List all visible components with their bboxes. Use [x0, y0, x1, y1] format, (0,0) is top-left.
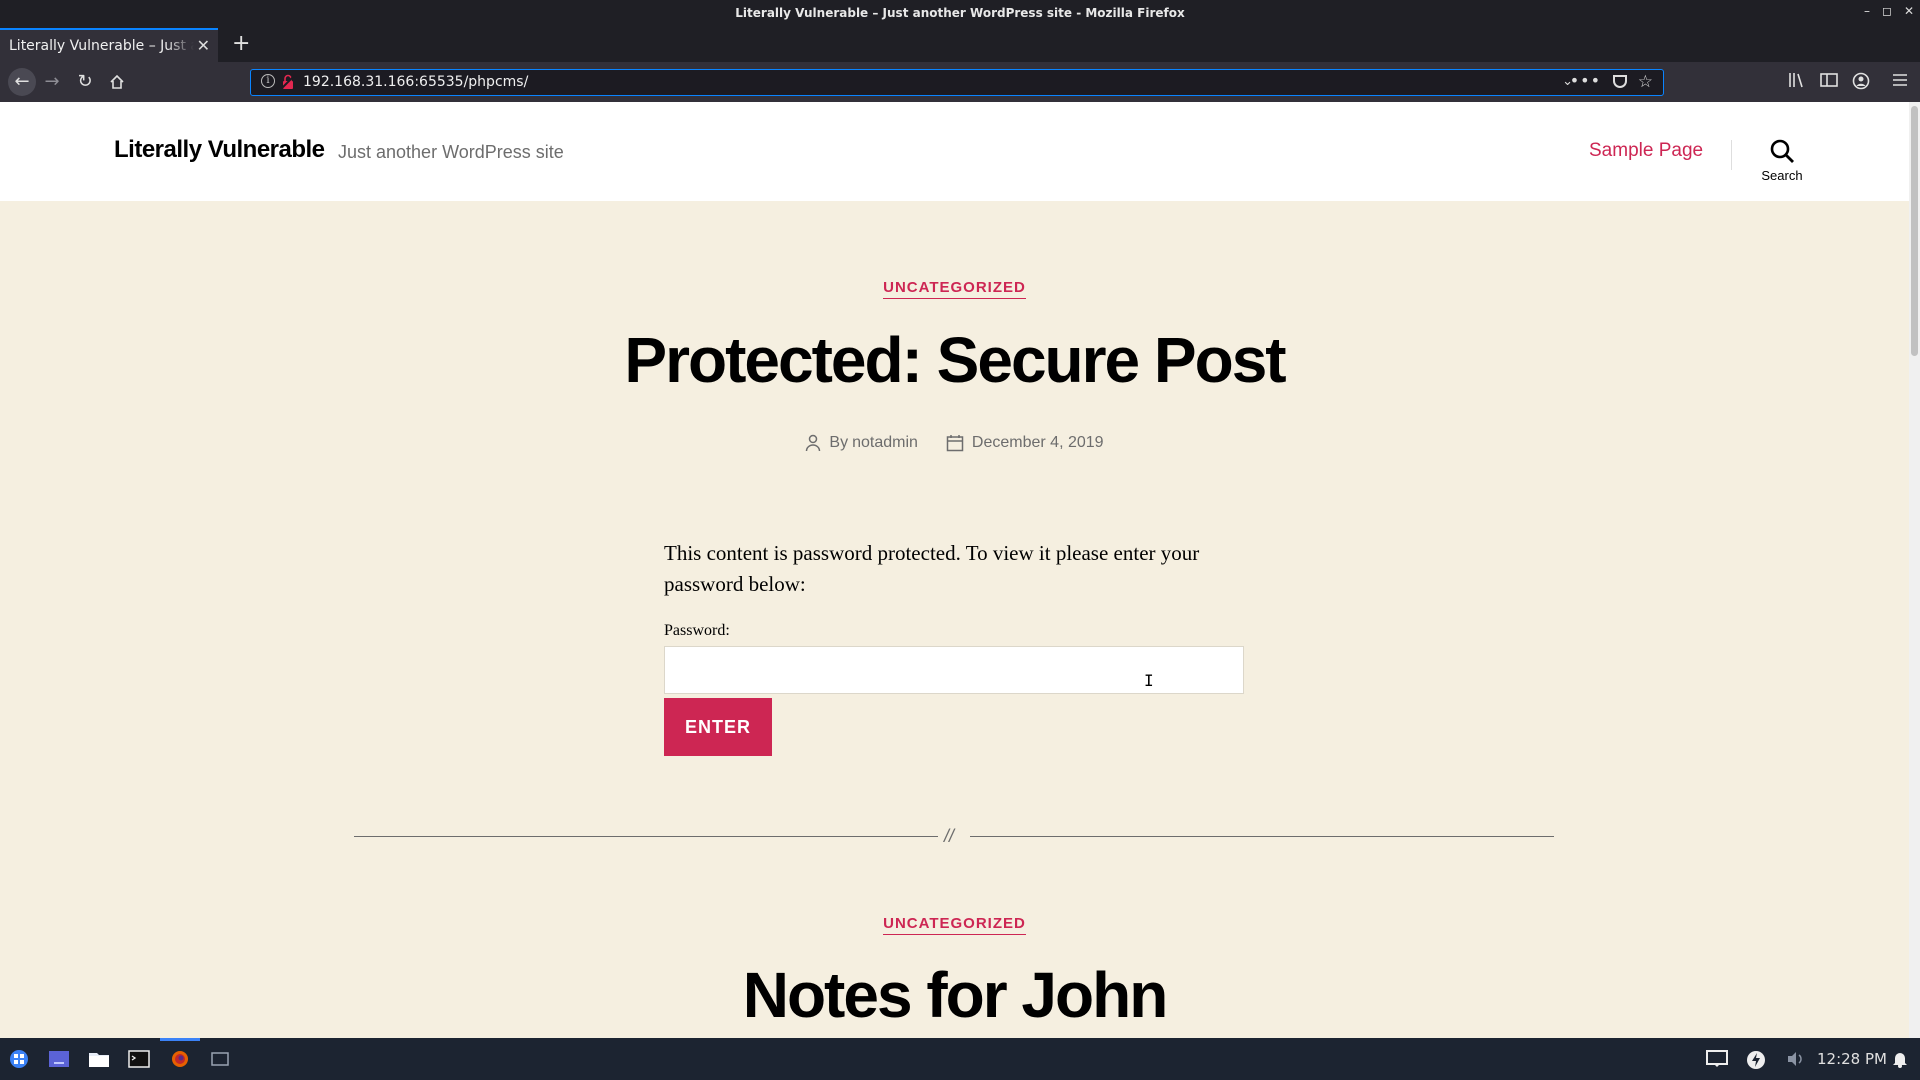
search-label: Search: [1761, 168, 1803, 183]
post-date: December 4, 2019: [946, 434, 1104, 452]
window-icon[interactable]: [210, 1049, 230, 1069]
volume-icon[interactable]: [1786, 1050, 1804, 1072]
search-icon: [1770, 139, 1794, 163]
post-category: UNCATEGORIZED: [0, 279, 1909, 299]
post-meta: By notadmin December 4, 2019: [0, 434, 1909, 452]
post-title[interactable]: Notes for John: [0, 958, 1909, 1032]
url-bar[interactable]: i 192.168.31.166:65535/phpcms/ ⌄ ••• ☆: [250, 69, 1664, 96]
protected-message: This content is password protected. To v…: [664, 541, 1200, 596]
page-actions-icon[interactable]: •••: [1570, 71, 1601, 90]
author-link[interactable]: notadmin: [852, 434, 918, 452]
page-scrollbar[interactable]: [1909, 102, 1920, 1038]
author-prefix: By: [829, 434, 849, 451]
pocket-icon[interactable]: [1613, 75, 1627, 88]
site-description: Just another WordPress site: [338, 142, 564, 162]
category-link[interactable]: UNCATEGORIZED: [883, 279, 1026, 299]
taskbar: 12:28 PM: [0, 1038, 1920, 1080]
post-author: By notadmin: [805, 434, 918, 452]
bookmark-star-icon[interactable]: ☆: [1638, 72, 1653, 92]
clock[interactable]: 12:28 PM: [1817, 1050, 1887, 1068]
close-window-icon[interactable]: ✕: [1904, 4, 1914, 18]
firefox-icon[interactable]: [170, 1049, 190, 1069]
desktop-icon[interactable]: [48, 1049, 69, 1069]
site-title[interactable]: Literally Vulnerable: [114, 136, 325, 164]
user-icon: [806, 434, 821, 452]
library-icon[interactable]: [1788, 72, 1806, 92]
text-cursor-icon: I: [1144, 671, 1154, 690]
minimize-icon[interactable]: –: [1864, 4, 1870, 18]
notification-bell-icon[interactable]: [1892, 1050, 1908, 1072]
enter-button[interactable]: ENTER: [664, 698, 772, 756]
reload-icon[interactable]: ↻: [73, 70, 97, 94]
divider-mark: //: [944, 826, 955, 846]
url-text[interactable]: 192.168.31.166:65535/phpcms/: [303, 74, 528, 90]
home-icon[interactable]: [105, 70, 129, 94]
file-manager-icon[interactable]: [88, 1049, 109, 1069]
new-tab-icon[interactable]: +: [232, 31, 250, 56]
terminal-icon[interactable]: [128, 1049, 150, 1069]
nav-item-sample-page[interactable]: Sample Page: [1589, 140, 1703, 162]
tab-active[interactable]: Literally Vulnerable – Just another Word…: [0, 28, 218, 62]
post-title[interactable]: Protected: Secure Post: [0, 323, 1909, 397]
nav-separator: [1731, 140, 1732, 170]
back-arrow-icon[interactable]: ←: [8, 68, 36, 96]
window-title: Literally Vulnerable – Just another Word…: [735, 6, 1185, 20]
date-link[interactable]: December 4, 2019: [972, 434, 1104, 452]
account-icon[interactable]: [1852, 72, 1870, 94]
screen-tray-icon[interactable]: [1706, 1050, 1728, 1072]
navigation-toolbar: ← → ↻ i 192.168.31.166:65535/phpcms/ ⌄ •…: [0, 62, 1920, 102]
search-toggle-button[interactable]: Search: [1752, 138, 1812, 183]
scrollbar-thumb[interactable]: [1911, 106, 1918, 356]
tab-close-icon[interactable]: ✕: [197, 36, 210, 55]
site-info-icon[interactable]: i: [261, 74, 275, 88]
divider-left: [354, 836, 938, 837]
insecure-lock-icon[interactable]: [280, 74, 296, 90]
category-link[interactable]: UNCATEGORIZED: [883, 915, 1026, 935]
maximize-icon[interactable]: ◻: [1882, 4, 1892, 18]
divider-right: [970, 836, 1554, 837]
forward-arrow-icon[interactable]: →: [40, 70, 64, 94]
window-titlebar: Literally Vulnerable – Just another Word…: [0, 0, 1920, 28]
tab-title: Literally Vulnerable – Just another Word…: [9, 38, 194, 54]
post-category: UNCATEGORIZED: [0, 915, 1909, 935]
web-page: Literally Vulnerable Just another WordPr…: [0, 102, 1909, 1038]
window-controls: – ◻ ✕: [1864, 4, 1914, 18]
power-manager-icon[interactable]: [1746, 1050, 1766, 1074]
active-app-indicator: [160, 1038, 200, 1041]
site-header: Literally Vulnerable Just another WordPr…: [0, 102, 1909, 201]
tab-bar: Literally Vulnerable – Just another Word…: [0, 28, 1920, 62]
app-menu-icon[interactable]: [9, 1049, 29, 1069]
password-input[interactable]: [664, 646, 1244, 694]
password-label: Password:: [664, 622, 730, 639]
sidebar-icon[interactable]: [1820, 72, 1838, 92]
calendar-icon: [946, 435, 964, 452]
hamburger-menu-icon[interactable]: [1892, 72, 1908, 92]
